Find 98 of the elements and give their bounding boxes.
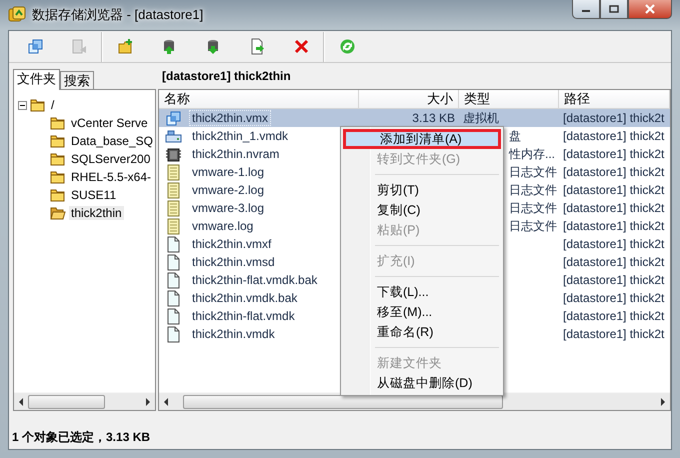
close-button[interactable] <box>628 0 672 19</box>
tree-item[interactable]: SUSE11 <box>69 188 118 202</box>
menu-item[interactable]: 添加到清单(A) <box>343 129 501 149</box>
document-icon <box>165 290 182 306</box>
folder-icon <box>50 187 66 203</box>
menu-item[interactable]: 复制(C) <box>343 200 501 220</box>
column-header[interactable]: 大小 <box>359 90 459 108</box>
notepad-icon <box>165 164 182 180</box>
new-folder-icon <box>116 38 134 55</box>
menu-item[interactable]: 从磁盘中删除(D) <box>343 373 501 393</box>
menu-item[interactable]: 重命名(R) <box>343 322 501 342</box>
file-path: [datastore1] thick2t <box>563 219 664 233</box>
file-size: 3.13 KB <box>412 111 455 125</box>
column-header[interactable]: 路径 <box>559 90 670 108</box>
file-name[interactable]: thick2thin.vmxf <box>189 236 274 252</box>
left-arrow-icon <box>163 398 169 406</box>
document-icon <box>165 254 182 270</box>
file-path: [datastore1] thick2t <box>563 237 664 251</box>
tree-item[interactable]: thick2thin <box>69 206 124 220</box>
file-path: [datastore1] thick2t <box>563 201 664 215</box>
tab[interactable]: 文件夹 <box>13 69 60 90</box>
column-header[interactable]: 名称 <box>159 90 359 108</box>
squares-icon <box>26 38 44 55</box>
delete-icon <box>292 38 310 55</box>
file-name[interactable]: vmware.log <box>189 218 256 234</box>
scrollbar-thumb[interactable] <box>183 394 503 408</box>
file-path: [datastore1] thick2t <box>563 273 664 287</box>
file-name[interactable]: thick2thin_1.vmdk <box>189 128 292 144</box>
file-name[interactable]: thick2thin.vmsd <box>189 254 278 270</box>
notepad-icon <box>165 200 182 216</box>
right-arrow-icon <box>145 398 151 406</box>
file-path: [datastore1] thick2t <box>563 129 664 143</box>
folder-icon <box>30 97 46 113</box>
right-arrow-icon <box>660 398 666 406</box>
file-name[interactable]: thick2thin.vmdk <box>189 326 278 342</box>
file-name[interactable]: thick2thin.vmx <box>189 110 272 126</box>
file-path: [datastore1] thick2t <box>563 111 664 125</box>
file-name[interactable]: vmware-1.log <box>189 164 268 180</box>
app-icon <box>8 6 26 24</box>
file-name[interactable]: thick2thin.nvram <box>189 146 282 162</box>
document-icon <box>165 308 182 324</box>
menu-item[interactable]: 下载(L)... <box>343 282 501 302</box>
notepad-icon <box>165 218 182 234</box>
notepad-icon <box>165 182 182 198</box>
window-title: 数据存储浏览器 - [datastore1] <box>32 6 204 24</box>
folder-path: [datastore1] thick2thin <box>161 69 292 85</box>
file-arrow-icon <box>248 38 266 55</box>
squares-icon <box>165 110 182 126</box>
file-name[interactable]: thick2thin-flat.vmdk <box>189 308 298 324</box>
menu-item[interactable]: 剪切(T) <box>343 180 501 200</box>
horizontal-scrollbar[interactable] <box>14 392 155 410</box>
file-name[interactable]: vmware-2.log <box>189 182 268 198</box>
tree-item[interactable]: / <box>49 98 56 112</box>
file-type: 性内存... <box>509 146 556 160</box>
file-path: [datastore1] thick2t <box>563 327 664 341</box>
disk-icon <box>165 128 182 144</box>
left-arrow-icon <box>18 398 24 406</box>
close-icon <box>644 4 656 14</box>
file-path: [datastore1] thick2t <box>563 165 664 179</box>
document-icon <box>165 326 182 342</box>
file-type: 日志文件 <box>509 218 557 232</box>
document-icon <box>165 236 182 252</box>
file-name[interactable]: thick2thin-flat.vmdk.bak <box>189 272 320 288</box>
back-arrow-icon <box>70 38 88 55</box>
open-folder-icon <box>50 205 66 221</box>
folder-icon <box>50 151 66 167</box>
file-path: [datastore1] thick2t <box>563 309 664 323</box>
maximize-button[interactable] <box>600 0 628 19</box>
file-path: [datastore1] thick2t <box>563 183 664 197</box>
file-type: 盘 <box>509 128 521 142</box>
collapse-icon[interactable] <box>18 100 27 110</box>
tree-item[interactable]: RHEL-5.5-x64- <box>69 170 154 184</box>
folder-icon <box>50 115 66 131</box>
file-type: 日志文件 <box>509 200 557 214</box>
file-path: [datastore1] thick2t <box>563 291 664 305</box>
column-header[interactable]: 类型 <box>459 90 559 108</box>
minimize-button[interactable] <box>572 0 600 19</box>
file-type: 日志文件 <box>509 182 557 196</box>
folder-icon <box>50 133 66 149</box>
tab[interactable]: 搜索 <box>60 71 94 89</box>
file-path: [datastore1] thick2t <box>563 147 664 161</box>
horizontal-scrollbar[interactable] <box>159 392 670 410</box>
file-name[interactable]: vmware-3.log <box>189 200 268 216</box>
folder-icon <box>50 169 66 185</box>
menu-item[interactable]: 移至(M)... <box>343 302 501 322</box>
maximize-icon <box>609 5 619 13</box>
tree-item[interactable]: SQLServer200 <box>69 152 152 166</box>
scrollbar-thumb[interactable] <box>28 394 105 408</box>
tree-item[interactable]: vCenter Serve <box>69 116 150 130</box>
chip-icon <box>165 146 182 162</box>
refresh-icon <box>338 38 356 55</box>
status-text: 1 个对象已选定，3.13 KB <box>11 429 152 446</box>
file-type: 虚拟机 <box>463 110 499 124</box>
file-name[interactable]: thick2thin.vmdk.bak <box>189 290 300 306</box>
file-path: [datastore1] thick2t <box>563 255 664 269</box>
file-type: 日志文件 <box>509 164 557 178</box>
document-icon <box>165 272 182 288</box>
tree-item[interactable]: Data_base_SQ <box>68 134 155 148</box>
